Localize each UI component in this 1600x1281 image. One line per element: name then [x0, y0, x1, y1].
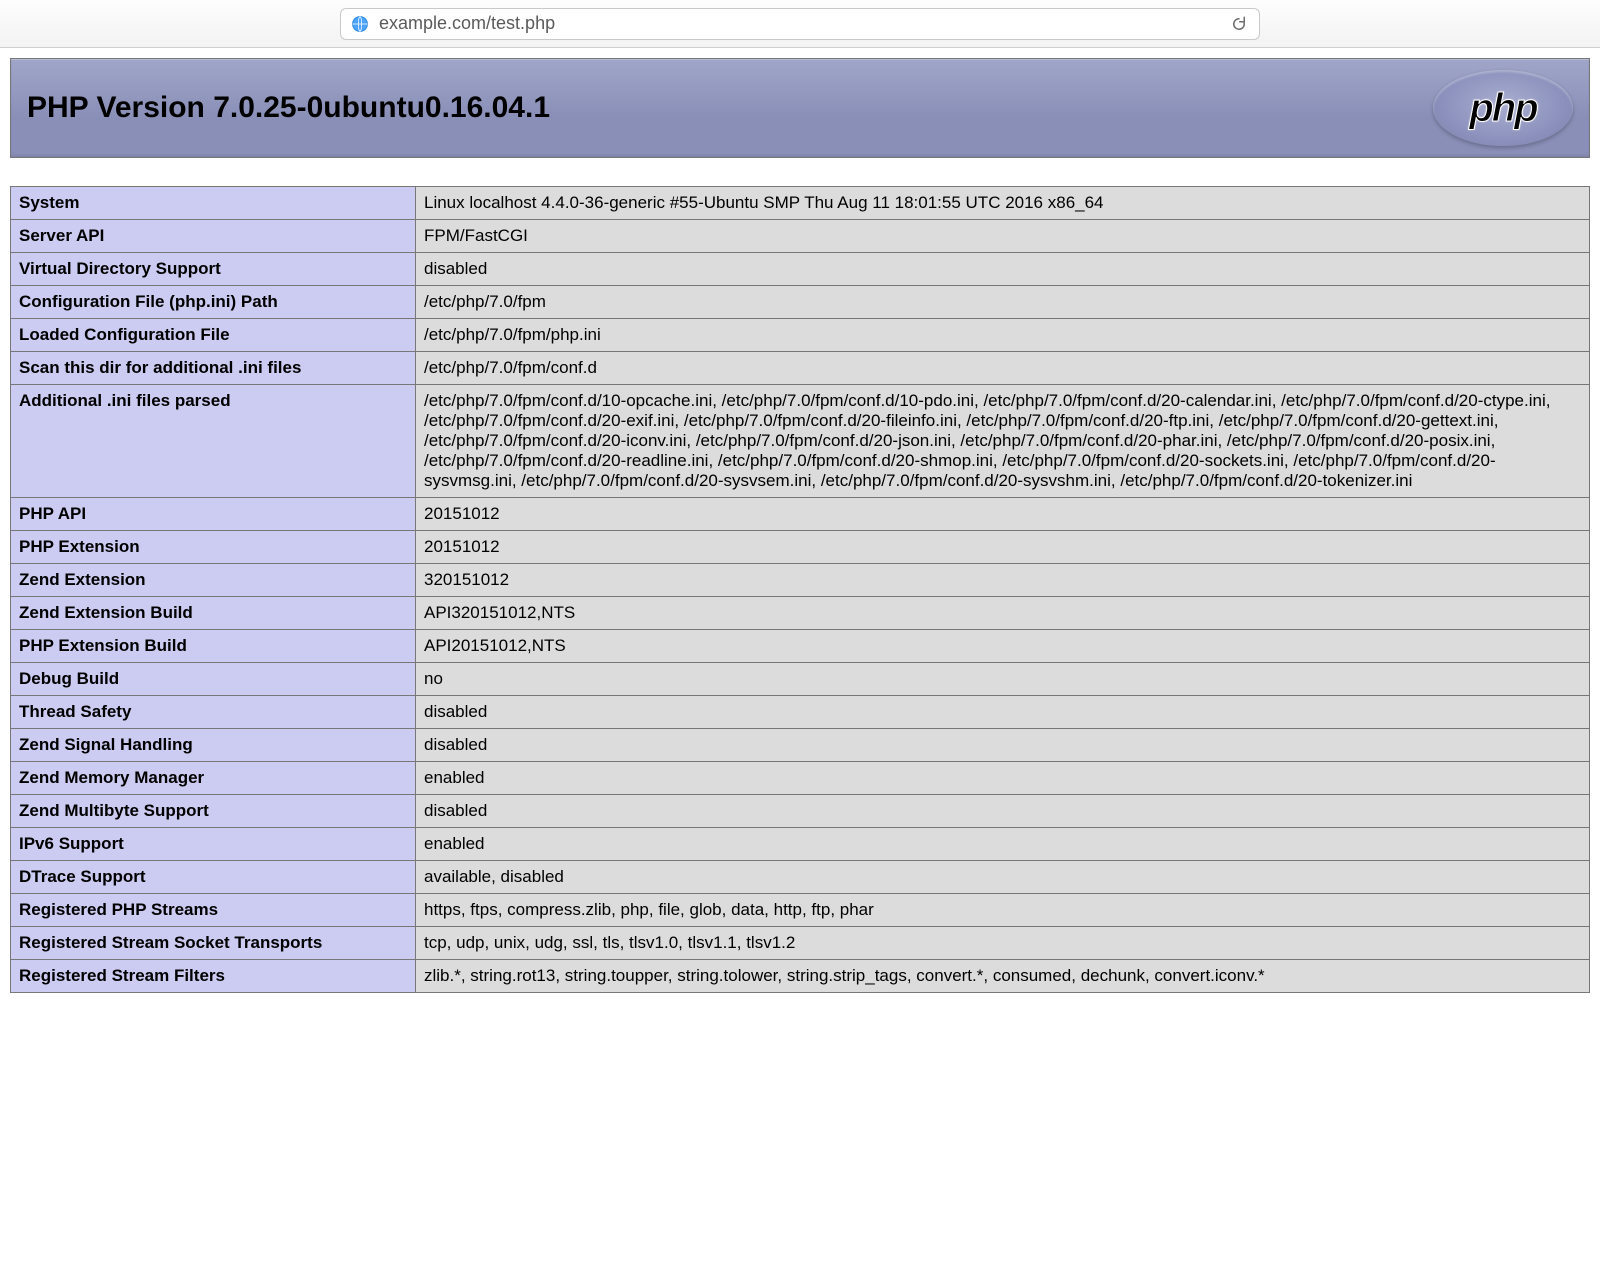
config-key: Loaded Configuration File [11, 319, 416, 352]
table-row: SystemLinux localhost 4.4.0-36-generic #… [11, 187, 1590, 220]
config-value: /etc/php/7.0/fpm/php.ini [416, 319, 1590, 352]
table-row: Thread Safetydisabled [11, 696, 1590, 729]
config-key: Configuration File (php.ini) Path [11, 286, 416, 319]
config-key: DTrace Support [11, 861, 416, 894]
config-value: API320151012,NTS [416, 597, 1590, 630]
config-key: Zend Extension Build [11, 597, 416, 630]
table-row: Zend Extension BuildAPI320151012,NTS [11, 597, 1590, 630]
table-row: Zend Signal Handlingdisabled [11, 729, 1590, 762]
table-row: Zend Memory Managerenabled [11, 762, 1590, 795]
globe-icon [351, 15, 369, 33]
table-row: DTrace Supportavailable, disabled [11, 861, 1590, 894]
phpinfo-table: SystemLinux localhost 4.4.0-36-generic #… [10, 186, 1590, 993]
table-row: Additional .ini files parsed/etc/php/7.0… [11, 385, 1590, 498]
config-value: 20151012 [416, 531, 1590, 564]
table-row: Registered PHP Streamshttps, ftps, compr… [11, 894, 1590, 927]
page-title: PHP Version 7.0.25-0ubuntu0.16.04.1 [27, 91, 550, 125]
config-key: Server API [11, 220, 416, 253]
config-value: tcp, udp, unix, udg, ssl, tls, tlsv1.0, … [416, 927, 1590, 960]
url-input[interactable] [377, 12, 1229, 35]
config-value: enabled [416, 828, 1590, 861]
config-key: Registered PHP Streams [11, 894, 416, 927]
config-key: PHP Extension Build [11, 630, 416, 663]
config-value: https, ftps, compress.zlib, php, file, g… [416, 894, 1590, 927]
config-key: Registered Stream Socket Transports [11, 927, 416, 960]
table-row: Zend Multibyte Supportdisabled [11, 795, 1590, 828]
config-key: Zend Multibyte Support [11, 795, 416, 828]
config-value: FPM/FastCGI [416, 220, 1590, 253]
config-value: disabled [416, 253, 1590, 286]
phpinfo-header: PHP Version 7.0.25-0ubuntu0.16.04.1 php [10, 58, 1590, 158]
config-value: /etc/php/7.0/fpm/conf.d [416, 352, 1590, 385]
php-logo-text: php [1469, 86, 1536, 131]
table-row: Virtual Directory Supportdisabled [11, 253, 1590, 286]
config-key: PHP Extension [11, 531, 416, 564]
config-value: Linux localhost 4.4.0-36-generic #55-Ubu… [416, 187, 1590, 220]
config-value: 320151012 [416, 564, 1590, 597]
config-value: /etc/php/7.0/fpm/conf.d/10-opcache.ini, … [416, 385, 1590, 498]
config-value: disabled [416, 795, 1590, 828]
table-row: PHP Extension BuildAPI20151012,NTS [11, 630, 1590, 663]
config-value: enabled [416, 762, 1590, 795]
config-key: Registered Stream Filters [11, 960, 416, 993]
config-key: Virtual Directory Support [11, 253, 416, 286]
table-row: Debug Buildno [11, 663, 1590, 696]
page-content: PHP Version 7.0.25-0ubuntu0.16.04.1 php … [0, 48, 1600, 993]
refresh-icon[interactable] [1229, 14, 1249, 34]
browser-toolbar [0, 0, 1600, 48]
config-value: API20151012,NTS [416, 630, 1590, 663]
config-key: Thread Safety [11, 696, 416, 729]
config-value: zlib.*, string.rot13, string.toupper, st… [416, 960, 1590, 993]
table-row: Configuration File (php.ini) Path/etc/ph… [11, 286, 1590, 319]
table-row: Scan this dir for additional .ini files/… [11, 352, 1590, 385]
table-row: Server APIFPM/FastCGI [11, 220, 1590, 253]
config-key: Scan this dir for additional .ini files [11, 352, 416, 385]
config-value: no [416, 663, 1590, 696]
table-row: Registered Stream Socket Transportstcp, … [11, 927, 1590, 960]
config-key: IPv6 Support [11, 828, 416, 861]
config-key: Zend Memory Manager [11, 762, 416, 795]
table-row: Loaded Configuration File/etc/php/7.0/fp… [11, 319, 1590, 352]
config-key: Debug Build [11, 663, 416, 696]
table-row: PHP API20151012 [11, 498, 1590, 531]
config-key: Additional .ini files parsed [11, 385, 416, 498]
table-row: PHP Extension20151012 [11, 531, 1590, 564]
config-key: Zend Signal Handling [11, 729, 416, 762]
config-value: disabled [416, 696, 1590, 729]
config-value: available, disabled [416, 861, 1590, 894]
url-bar[interactable] [340, 8, 1260, 40]
config-value: /etc/php/7.0/fpm [416, 286, 1590, 319]
config-key: System [11, 187, 416, 220]
table-row: Registered Stream Filterszlib.*, string.… [11, 960, 1590, 993]
table-row: Zend Extension320151012 [11, 564, 1590, 597]
config-value: 20151012 [416, 498, 1590, 531]
config-key: Zend Extension [11, 564, 416, 597]
config-value: disabled [416, 729, 1590, 762]
php-logo: php [1433, 70, 1573, 146]
config-key: PHP API [11, 498, 416, 531]
table-row: IPv6 Supportenabled [11, 828, 1590, 861]
